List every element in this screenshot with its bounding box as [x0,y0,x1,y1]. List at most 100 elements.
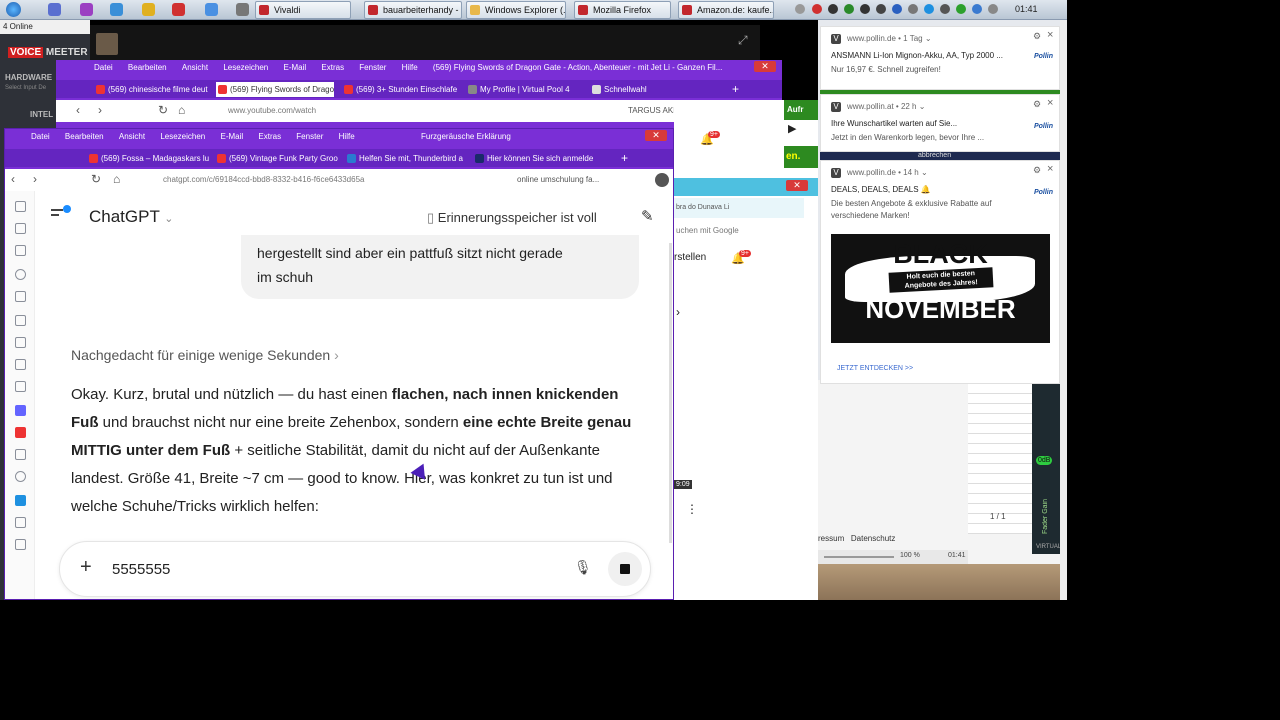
menu-email[interactable]: E-Mail [283,60,306,75]
bookmark-icon[interactable] [15,201,26,212]
clock[interactable]: 01:41 [1015,4,1038,14]
discover-link[interactable]: JETZT ENTDECKEN >> [837,365,913,372]
new-tab-icon[interactable]: + [732,82,739,96]
tab-flying-swords[interactable]: (569) Flying Swords of Drago [216,82,334,97]
settings-icon[interactable]: ⚙ [1033,165,1041,176]
back-icon[interactable]: ‹ [76,103,80,117]
settings-icon[interactable]: ⚙ [1033,99,1041,110]
document-icon[interactable] [15,517,26,528]
tray-icon[interactable] [828,4,838,14]
black-november-banner[interactable]: BLACK Holt euch die besten Angebote des J… [831,234,1050,343]
app-icon[interactable] [110,3,123,16]
forward-icon[interactable]: › [33,172,37,186]
app-icon[interactable] [142,3,155,16]
tray-icon[interactable] [972,4,982,14]
app-icon[interactable] [236,3,249,16]
tab-funk-party[interactable]: (569) Vintage Funk Party Groo [215,151,339,166]
notification-card[interactable]: V www.pollin.at • 22 h ⌄ ⚙ × Ihre Wunsch… [820,94,1060,152]
memory-notice[interactable]: ▯ Erinnerungsspeicher ist voll [427,210,597,226]
app-icon[interactable] [48,3,61,16]
datenschutz-link[interactable]: Datenschutz [851,534,895,543]
close-icon[interactable]: × [1047,97,1053,109]
translate-icon[interactable] [15,337,26,348]
zoom-level[interactable]: 100 % [900,552,920,559]
play-icon[interactable]: ▶ [788,122,796,135]
notification-card[interactable]: V www.pollin.de • 14 h ⌄ ⚙ × DEALS, DEAL… [820,160,1060,384]
mail-icon[interactable] [15,315,26,326]
tab-anmelden[interactable]: Hier können Sie sich anmelde [473,151,595,166]
tray-icon[interactable] [795,4,805,14]
reader-icon[interactable] [15,223,26,234]
task-amazon[interactable]: Amazon.de: kaufe... [678,1,774,19]
url-field[interactable]: www.youtube.com/watch [228,106,316,115]
cancel-link[interactable]: abbrechen [820,152,1060,160]
menu-fenster[interactable]: Fenster [296,129,323,144]
app-title[interactable]: ChatGPT ⌄ [89,207,174,227]
mastodon-icon[interactable] [15,405,26,416]
close-icon[interactable]: × [1047,163,1053,175]
menu-extras[interactable]: Extras [321,60,344,75]
tray-icon[interactable] [812,4,822,14]
download-icon[interactable] [15,245,26,256]
menu-lesezeichen[interactable]: Lesezeichen [160,129,205,144]
tray-icon[interactable] [956,4,966,14]
tab-einschlafen[interactable]: (569) 3+ Stunden Einschlafe [342,82,460,97]
home-icon[interactable]: ⌂ [178,103,185,117]
history-icon[interactable] [15,269,26,280]
plus-icon[interactable]: + [80,556,92,579]
settings-icon[interactable] [15,471,26,482]
close-button[interactable]: ✕ [754,61,776,72]
menu-hilfe[interactable]: Hilfe [339,129,355,144]
menu-fenster[interactable]: Fenster [359,60,386,75]
tab-fossa[interactable]: (569) Fossa – Madagaskars lu [87,151,209,166]
new-tab-icon[interactable]: + [621,151,628,165]
sidebar-toggle-icon[interactable] [51,205,71,219]
mid-tab[interactable]: bra do Dunava Li [674,198,804,218]
tray-icon[interactable] [940,4,950,14]
panel-icon[interactable] [15,359,26,370]
tray-icon[interactable] [844,4,854,14]
fullscreen-icon[interactable]: ⤢ [738,33,748,48]
tray-icon[interactable] [876,4,886,14]
scrollbar[interactable] [669,243,672,543]
thought-label[interactable]: Nachgedacht für einige wenige Sekunden › [71,347,339,363]
task-firefox[interactable]: Mozilla Firefox [574,1,671,19]
back-icon[interactable]: ‹ [11,172,15,186]
close-button[interactable]: ✕ [786,180,808,191]
new-chat-icon[interactable]: ✎ [641,207,654,225]
profile-icon[interactable] [655,173,669,187]
menu-bearbeiten[interactable]: Bearbeiten [128,60,167,75]
menu-extras[interactable]: Extras [258,129,281,144]
select-input-label[interactable]: Select Input De [5,85,46,91]
feed-icon[interactable] [15,381,26,392]
microphone-icon[interactable]: 🎙 [574,559,592,576]
task-explorer[interactable]: Windows Explorer (... [466,1,566,19]
app-icon[interactable] [15,495,26,506]
start-button[interactable] [6,2,21,17]
menu-email[interactable]: E-Mail [220,129,243,144]
tray-icon[interactable] [892,4,902,14]
task-vivaldi[interactable]: Vivaldi [255,1,351,19]
tray-icon[interactable] [860,4,870,14]
tab-chinesische-filme[interactable]: (569) chinesische filme deut [94,82,212,97]
chevron-right-icon[interactable]: › [676,305,680,319]
reload-icon[interactable]: ↻ [158,103,168,117]
forward-icon[interactable]: › [98,103,102,117]
close-icon[interactable]: × [1047,29,1053,41]
create-button[interactable]: rstellen [674,252,706,263]
tab-virtual-pool[interactable]: My Profile | Virtual Pool 4 [466,82,584,97]
tab-schnellwahl[interactable]: Schnellwahl [590,82,700,97]
stop-button[interactable] [608,552,642,586]
google-search[interactable]: uchen mit Google [674,222,818,240]
vivaldi-icon[interactable] [15,427,26,438]
menu-hilfe[interactable]: Hilfe [402,60,418,75]
search-field[interactable]: online umschulung fa... [517,175,599,184]
reload-icon[interactable]: ↻ [91,172,101,186]
tab-thunderbird[interactable]: Helfen Sie mit, Thunderbird a [345,151,467,166]
app-icon[interactable] [205,3,218,16]
task-bauarbeiterhandy[interactable]: bauarbeiterhandy - ... [364,1,462,19]
add-panel-icon[interactable] [15,539,26,550]
db-indicator[interactable]: 0dB [1036,456,1053,465]
menu-datei[interactable]: Datei [94,60,113,75]
notification-card[interactable]: V www.pollin.de • 1 Tag ⌄ ⚙ × ANSMANN Li… [820,26,1060,90]
